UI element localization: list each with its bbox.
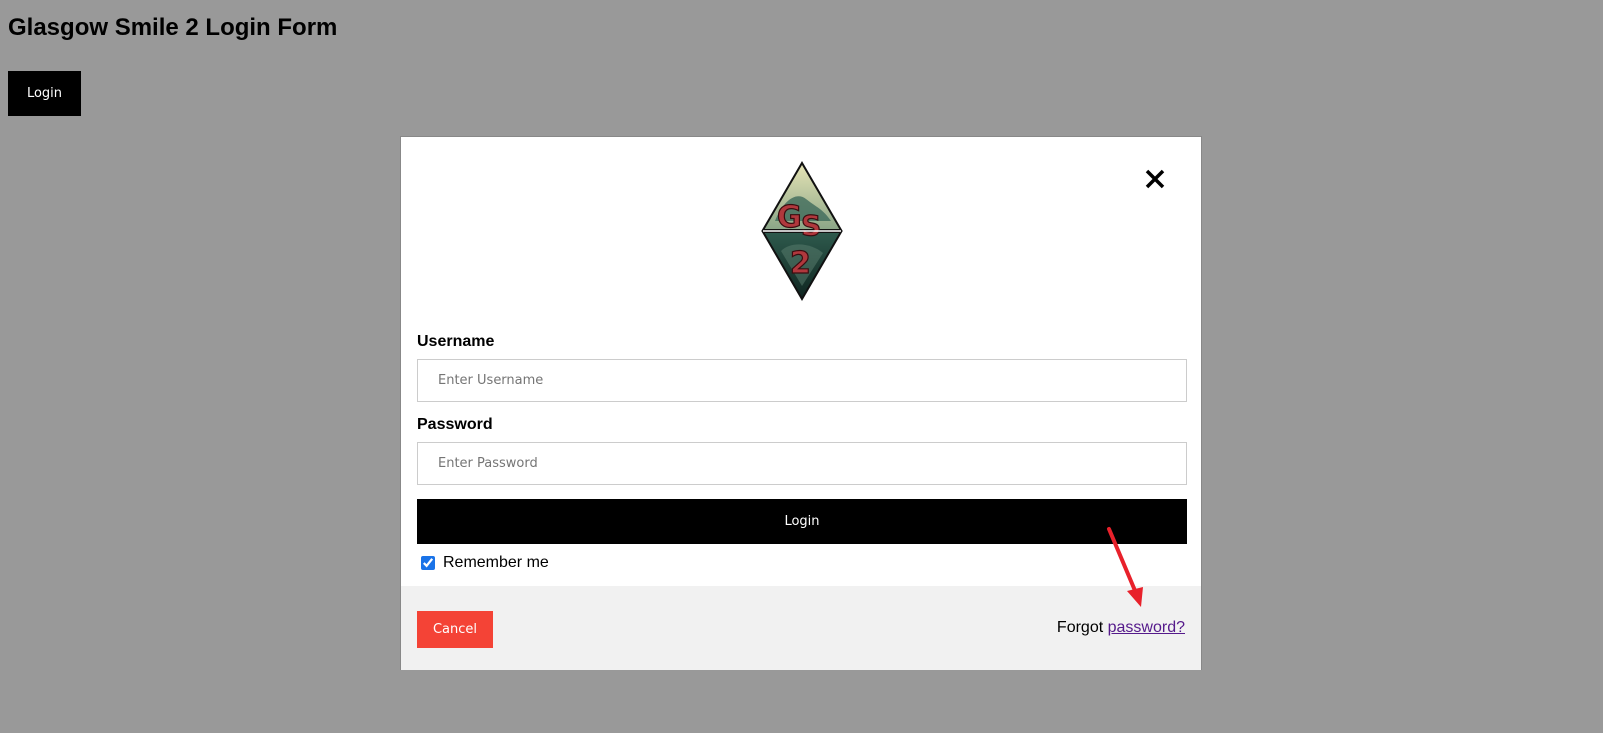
username-input[interactable] [417, 359, 1187, 402]
remember-me-row: Remember me [417, 553, 1187, 573]
password-input[interactable] [417, 442, 1187, 485]
password-label: Password [417, 416, 493, 433]
login-submit-button[interactable]: Login [417, 499, 1187, 544]
cancel-button[interactable]: Cancel [417, 611, 493, 648]
svg-text:2: 2 [790, 246, 811, 281]
username-label: Username [417, 333, 495, 350]
login-modal: G S 2 Username Password Login Remember m… [400, 136, 1202, 670]
page-title: Glasgow Smile 2 Login Form [8, 14, 338, 41]
open-login-button[interactable]: Login [8, 71, 81, 116]
forgot-password-text: Forgot password? [1057, 619, 1185, 637]
close-icon[interactable] [1143, 167, 1167, 191]
svg-text:G: G [777, 200, 802, 235]
remember-me-label[interactable]: Remember me [443, 554, 549, 572]
remember-me-checkbox[interactable] [421, 556, 435, 570]
forgot-prefix: Forgot [1056, 619, 1104, 636]
svg-text:S: S [801, 209, 821, 242]
forgot-password-link[interactable]: password? [1108, 619, 1185, 636]
login-form: Username Password Login Remember me [417, 333, 1187, 573]
avatar-logo: G S 2 [761, 161, 843, 301]
modal-footer: Cancel Forgot password? [401, 586, 1201, 670]
